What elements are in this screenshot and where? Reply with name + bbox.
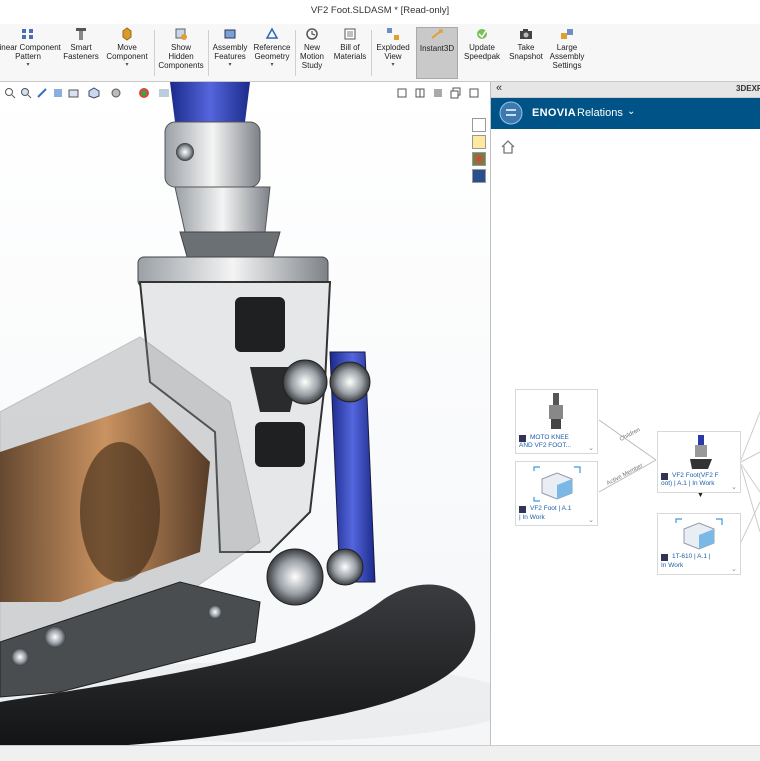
button-label: Geometry	[254, 52, 290, 61]
button-label: Settings	[552, 61, 582, 70]
move-component-button[interactable]: Move Component ▾	[103, 27, 151, 79]
ribbon-separator	[208, 30, 209, 76]
instant3d-button[interactable]: Instant3D	[416, 27, 458, 79]
node-label: VF2 Foot | A.1	[530, 505, 572, 512]
large-assembly-icon	[561, 29, 573, 39]
button-label: Large	[556, 43, 578, 52]
take-snapshot-button[interactable]: Take Snapshot	[506, 27, 546, 79]
graph-node-moto-knee[interactable]: MOTO KNEE AND VF2 FOOT... ⌄	[515, 389, 598, 454]
assembly-features-icon	[224, 29, 236, 39]
reference-geometry-icon	[265, 27, 279, 39]
chevron-down-icon[interactable]: ⌄	[731, 483, 737, 491]
button-label: Smart	[70, 43, 92, 52]
button-label: Components	[158, 61, 204, 70]
button-label: Take	[517, 43, 535, 52]
button-label: Pattern	[15, 52, 41, 61]
linear-component-pattern-button[interactable]: Linear Component Pattern ▾	[0, 27, 62, 79]
button-label: Speedpak	[463, 52, 501, 61]
design-library-tab-icon[interactable]	[472, 118, 486, 132]
window-title: VF2 Foot.SLDASM * [Read-only]	[310, 5, 450, 16]
button-label: New	[303, 43, 320, 52]
bill-of-materials-button[interactable]: Bill of Materials	[331, 27, 369, 79]
appearances-tab-icon[interactable]	[472, 152, 486, 166]
graph-node-1t-610[interactable]: 1T-610 | A.1 | In Work ⌄	[657, 513, 741, 575]
foot-assembly-model[interactable]	[0, 82, 490, 745]
button-label: Linear Component	[0, 43, 61, 52]
part-thumbnail-icon	[533, 466, 581, 502]
bom-icon	[344, 28, 356, 40]
update-speedpak-button[interactable]: Update Speedpak	[460, 27, 504, 79]
dropdown-arrow-icon[interactable]: ▾	[210, 61, 250, 69]
title-bar: VF2 Foot.SLDASM * [Read-only]	[0, 0, 760, 25]
assembly-features-button[interactable]: Assembly Features ▾	[210, 27, 250, 79]
button-label: Component	[106, 52, 148, 61]
linear-pattern-icon	[22, 29, 33, 39]
graphics-area[interactable]	[0, 82, 491, 745]
3dexperience-tab-icon[interactable]	[472, 169, 486, 183]
part-type-icon	[519, 435, 526, 442]
dropdown-arrow-icon[interactable]: ▾	[0, 61, 62, 69]
part-thumbnail-icon	[675, 518, 723, 550]
assembly-thumbnail-icon	[690, 435, 712, 469]
file-explorer-tab-icon[interactable]	[472, 135, 486, 149]
knee-thumbnail-icon	[549, 393, 563, 429]
task-pane-tabs	[472, 118, 488, 186]
button-label: Instant3D	[419, 44, 455, 53]
command-manager-ribbon: Linear Component Pattern ▾ Smart Fastene…	[0, 24, 760, 82]
button-label: Materials	[333, 52, 367, 61]
node-label: In Work	[661, 562, 684, 569]
smart-fasteners-icon	[76, 28, 86, 40]
new-motion-study-button[interactable]: New Motion Study	[296, 27, 328, 79]
chevron-down-icon[interactable]: ⌄	[588, 444, 594, 452]
button-label: Hidden	[168, 52, 194, 61]
show-hidden-icon	[175, 28, 187, 40]
motion-study-icon	[306, 28, 318, 40]
show-hidden-components-button[interactable]: Show Hidden Components	[156, 27, 206, 79]
button-label: Assembly	[212, 43, 248, 52]
button-label: Study	[301, 61, 323, 70]
smart-fasteners-button[interactable]: Smart Fasteners	[62, 27, 100, 79]
button-label: View	[384, 52, 402, 61]
status-bar	[0, 745, 760, 761]
node-label: MOTO KNEE	[530, 434, 569, 441]
button-label: Reference	[253, 43, 291, 52]
part-type-icon	[661, 473, 668, 480]
3dexperience-panel: « 3DEXP ENOVIA Relations ⌄ Children Acti…	[491, 82, 760, 745]
button-label: Motion	[299, 52, 324, 61]
move-component-icon	[122, 27, 132, 41]
button-label: Update	[469, 43, 495, 52]
exploded-view-icon	[387, 28, 399, 40]
graph-node-vf2-foot-assembly[interactable]: VF2 Foot(VF2 F oot) | A.1 | In Work ⌄	[657, 431, 741, 493]
button-label: Bill of	[340, 43, 360, 52]
button-label: Assembly	[549, 52, 585, 61]
button-label: Fasteners	[63, 52, 99, 61]
part-type-icon	[519, 506, 526, 513]
speedpak-icon	[477, 29, 487, 39]
large-assembly-settings-button[interactable]: Large Assembly Settings	[547, 27, 587, 79]
button-label: Snapshot	[509, 52, 543, 61]
chevron-down-icon[interactable]: ⌄	[731, 565, 737, 573]
dropdown-arrow-icon[interactable]: ▾	[103, 61, 151, 69]
exploded-view-button[interactable]: Exploded View ▾	[373, 27, 413, 79]
button-label: Move	[117, 43, 137, 52]
button-label: Exploded	[376, 43, 410, 52]
ribbon-separator	[154, 30, 155, 76]
dropdown-arrow-icon[interactable]: ▾	[251, 61, 293, 69]
node-label: AND VF2 FOOT...	[519, 442, 572, 449]
chevron-down-icon[interactable]: ⌄	[588, 516, 594, 524]
part-type-icon	[661, 554, 668, 561]
node-label: | In Work	[519, 514, 545, 521]
button-label: Show	[170, 43, 191, 52]
node-label: VF2 Foot(VF2 F	[672, 472, 719, 479]
expand-node-icon[interactable]: ▼	[697, 492, 704, 499]
instant3d-icon	[431, 29, 443, 39]
node-label: 1T-610 | A.1 |	[672, 553, 711, 560]
ribbon-separator	[371, 30, 372, 76]
button-label: Features	[214, 52, 246, 61]
reference-geometry-button[interactable]: Reference Geometry ▾	[251, 27, 293, 79]
node-label: oot) | A.1 | In Work	[661, 480, 715, 487]
snapshot-icon	[520, 29, 532, 39]
graph-node-vf2-foot-part[interactable]: VF2 Foot | A.1 | In Work ⌄	[515, 461, 598, 526]
dropdown-arrow-icon[interactable]: ▾	[373, 61, 413, 69]
